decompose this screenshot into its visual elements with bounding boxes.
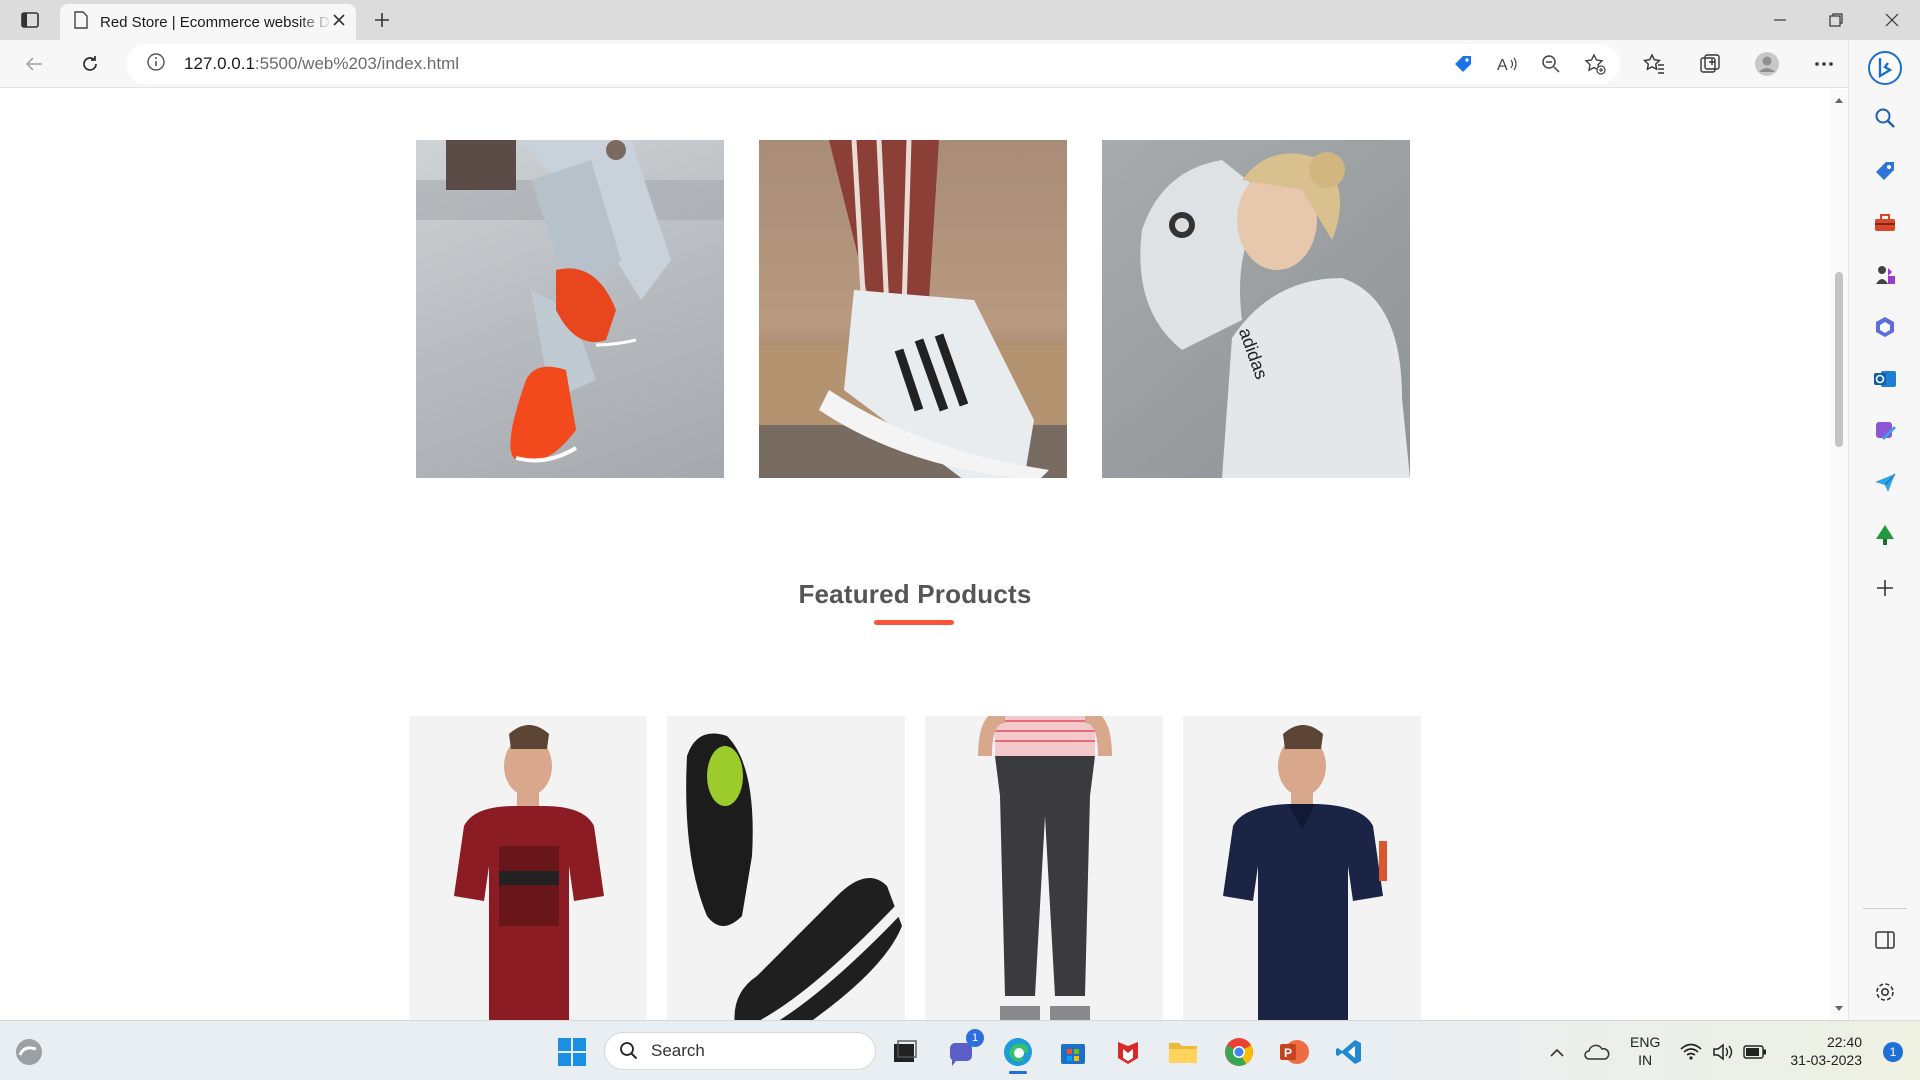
teams-chat-icon[interactable]: 1 <box>946 1029 984 1069</box>
search-icon <box>620 1042 638 1060</box>
add-favorite-icon[interactable] <box>1580 50 1610 78</box>
product-card[interactable] <box>1183 716 1421 1020</box>
category-image[interactable]: adidas <box>1102 140 1410 478</box>
clock-date: 31-03-2023 <box>1790 1052 1862 1068</box>
outlook-icon[interactable] <box>1871 365 1899 393</box>
tools-icon[interactable] <box>1871 209 1899 237</box>
product-card[interactable] <box>925 716 1163 1020</box>
categories-row: adidas <box>416 140 1410 478</box>
tab-actions-icon[interactable] <box>16 8 44 32</box>
window-controls <box>1752 0 1920 40</box>
category-image[interactable] <box>416 140 724 478</box>
mcafee-icon[interactable] <box>1111 1035 1145 1069</box>
microsoft-store-icon[interactable] <box>1056 1035 1090 1069</box>
windows-taskbar: Search 1 P ENG IN 22:40 31-03-2023 1 <box>0 1020 1920 1080</box>
file-explorer-icon[interactable] <box>1166 1035 1200 1069</box>
tab-title: Red Store | Ecommerce website D <box>100 13 330 31</box>
notifications-icon[interactable]: 1 <box>1876 1035 1910 1069</box>
chrome-icon[interactable] <box>1222 1035 1256 1069</box>
active-indicator <box>1009 1071 1027 1074</box>
featured-products-row <box>409 716 1421 1020</box>
black-shoes-icon <box>686 733 905 1020</box>
browser-tab[interactable]: Red Store | Ecommerce website D <box>60 4 356 40</box>
onedrive-icon[interactable] <box>1580 1035 1614 1069</box>
show-hidden-icons[interactable] <box>1540 1035 1574 1069</box>
designer-icon[interactable] <box>1871 417 1899 445</box>
collections-icon[interactable] <box>1694 48 1726 80</box>
page-scrollbar[interactable] <box>1830 89 1848 1020</box>
split-screen-icon[interactable] <box>1871 926 1899 954</box>
search-label: Search <box>651 1041 705 1060</box>
site-info-icon[interactable] <box>146 52 166 77</box>
new-tab-icon[interactable] <box>368 8 396 32</box>
start-windows-icon[interactable] <box>555 1035 589 1069</box>
product-card[interactable] <box>667 716 905 1020</box>
scrollbar-thumb[interactable] <box>1835 272 1843 447</box>
settings-gear-icon[interactable] <box>1871 978 1899 1006</box>
bing-chat-icon[interactable] <box>1867 50 1903 86</box>
notification-count: 1 <box>1883 1042 1903 1062</box>
clock-time: 22:40 <box>1826 1034 1862 1050</box>
task-view-icon[interactable] <box>888 1035 922 1069</box>
powerpoint-icon[interactable]: P <box>1277 1035 1311 1069</box>
url-text: 127.0.0.1:5500/web%203/index.html <box>184 54 460 73</box>
lang-code: ENG <box>1630 1034 1661 1050</box>
category-image[interactable] <box>759 140 1067 478</box>
language-indicator[interactable]: ENG IN <box>1630 1033 1660 1069</box>
chat-badge: 1 <box>966 1029 984 1047</box>
sidebar-divider <box>1863 908 1907 909</box>
volume-icon[interactable] <box>1706 1035 1740 1069</box>
page-viewport: adidas Featured Products <box>0 89 1830 1020</box>
edge-browser-icon[interactable] <box>1001 1035 1035 1074</box>
vscode-icon[interactable] <box>1332 1035 1366 1069</box>
favorites-icon[interactable] <box>1638 48 1670 80</box>
wifi-icon[interactable] <box>1674 1035 1708 1069</box>
taskbar-search[interactable]: Search <box>604 1032 876 1070</box>
browser-toolbar: 127.0.0.1:5500/web%203/index.html A <box>0 40 1920 88</box>
close-window-icon[interactable] <box>1864 0 1920 40</box>
edge-sidebar <box>1848 40 1920 1020</box>
send-icon[interactable] <box>1871 469 1899 497</box>
more-options-icon[interactable] <box>1808 48 1840 80</box>
title-underline <box>874 620 954 625</box>
product-card[interactable] <box>409 716 647 1020</box>
red-tshirt-icon <box>454 725 604 1020</box>
weather-widget-icon[interactable] <box>12 1035 46 1069</box>
lang-region: IN <box>1638 1052 1653 1068</box>
search-icon[interactable] <box>1871 104 1899 132</box>
featured-title: Featured Products <box>798 579 1032 609</box>
microsoft365-icon[interactable] <box>1871 313 1899 341</box>
orange-sneakers-icon <box>416 140 724 463</box>
scroll-down-icon[interactable] <box>1834 1004 1844 1014</box>
shopping-icon[interactable] <box>1871 157 1899 185</box>
tree-icon[interactable] <box>1871 521 1899 549</box>
address-bar[interactable]: 127.0.0.1:5500/web%203/index.html A <box>126 44 1620 84</box>
back-icon[interactable] <box>18 48 50 80</box>
restore-icon[interactable] <box>1808 0 1864 40</box>
svg-text:A: A <box>1497 57 1508 74</box>
add-sidebar-item-icon[interactable] <box>1871 574 1899 602</box>
close-tab-icon[interactable] <box>332 13 346 32</box>
clock[interactable]: 22:40 31-03-2023 <box>1784 1033 1862 1069</box>
svg-text:P: P <box>1284 1046 1292 1060</box>
navy-polo-icon <box>1223 725 1387 1020</box>
refresh-icon[interactable] <box>74 48 106 80</box>
zoom-out-icon[interactable] <box>1536 50 1566 78</box>
page-icon <box>74 10 88 34</box>
read-aloud-icon[interactable]: A <box>1492 50 1522 78</box>
shopping-tag-icon[interactable] <box>1448 50 1478 78</box>
browser-titlebar: Red Store | Ecommerce website D <box>0 0 1920 40</box>
grey-joggers-icon <box>978 716 1112 1020</box>
scroll-up-icon[interactable] <box>1834 95 1844 105</box>
games-icon[interactable] <box>1871 261 1899 289</box>
woman-hoodie-icon: adidas <box>1140 152 1410 478</box>
battery-icon[interactable] <box>1738 1035 1772 1069</box>
minimize-icon[interactable] <box>1752 0 1808 40</box>
profile-avatar-icon[interactable] <box>1751 48 1783 80</box>
striped-sneaker-icon <box>759 140 1067 478</box>
